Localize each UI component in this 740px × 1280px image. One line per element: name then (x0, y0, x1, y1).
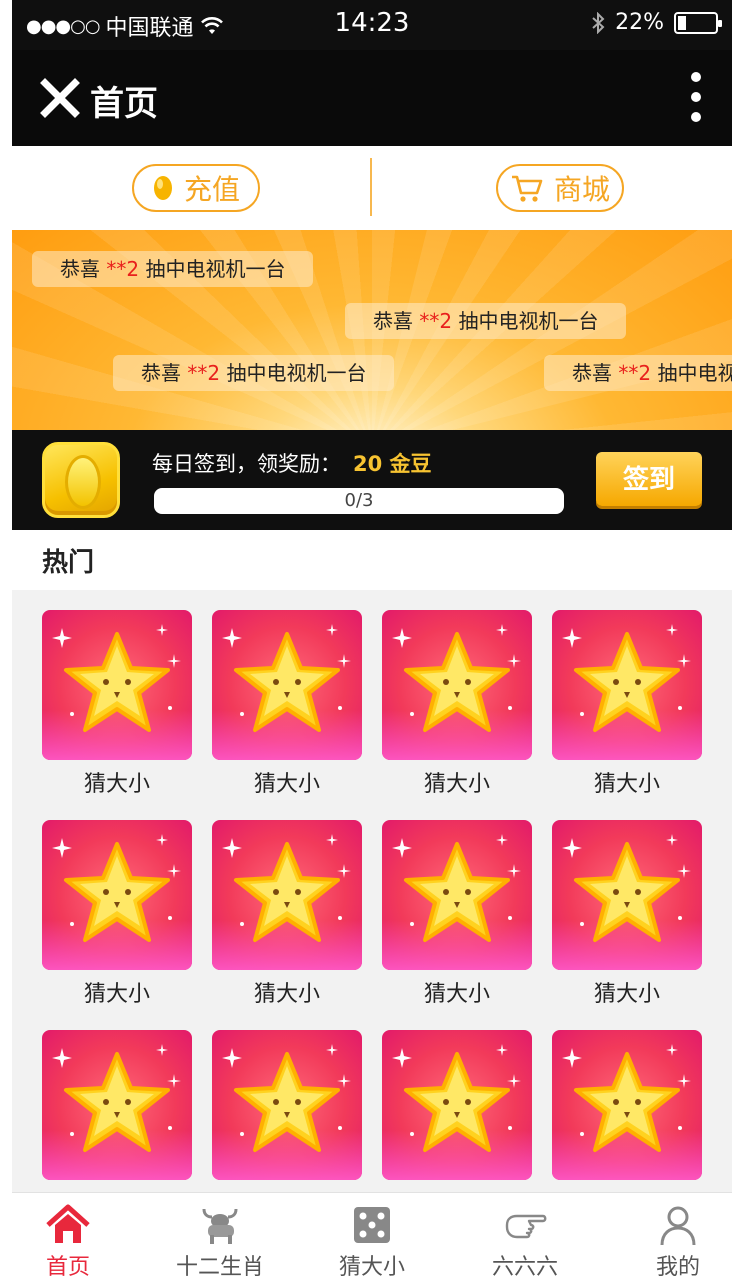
status-right: 22% (591, 10, 722, 35)
star-game-icon (382, 820, 532, 970)
star-game-icon (552, 610, 702, 760)
status-bar: ●●●○○ 中国联通 14:23 22% (12, 0, 732, 50)
star-game-icon (42, 820, 192, 970)
star-game-icon (382, 610, 532, 760)
game-label: 猜大小 (83, 772, 150, 797)
winner-notice: 恭喜 **2 抽中电视机一台 (345, 303, 627, 339)
phone-screen: ●●●○○ 中国联通 14:23 22% 首页 充值 商城 恭喜 **2 抽中电… (12, 0, 732, 1280)
game-card[interactable]: 猜大小 (552, 800, 702, 1007)
mall-label: 商城 (553, 173, 610, 206)
pointing-hand-icon (505, 1214, 547, 1239)
dice-icon (354, 1207, 390, 1243)
more-menu-icon[interactable] (686, 72, 706, 128)
hot-section-header: 热门 (12, 530, 732, 590)
page-title: 首页 (90, 84, 158, 124)
game-card[interactable]: 猜大小 (42, 1010, 192, 1217)
game-label: 猜大小 (83, 982, 150, 1007)
bluetooth-icon (592, 11, 605, 34)
winners-banner: 恭喜 **2 抽中电视机一台 恭喜 **2 抽中电视机一台 恭喜 **2 抽中电… (12, 230, 732, 430)
tab-home[interactable]: 首页 (12, 1199, 140, 1280)
recharge-button[interactable]: 充值 (132, 164, 260, 212)
star-game-icon (42, 610, 192, 760)
battery-percent: 22% (615, 10, 664, 35)
game-card[interactable]: 猜大小 (212, 1010, 362, 1217)
game-card[interactable]: 猜大小 (552, 590, 702, 797)
close-icon[interactable] (40, 78, 80, 118)
hot-section-title: 热门 (42, 548, 95, 578)
battery-level (678, 15, 687, 30)
game-label: 猜大小 (423, 982, 490, 1007)
winner-notice: 恭喜 **2 抽中电视机一台 (544, 355, 732, 391)
star-game-icon (42, 1030, 192, 1180)
game-label: 猜大小 (253, 982, 320, 1007)
gold-coin-icon (42, 442, 120, 518)
tab-mine[interactable]: 我的 (606, 1199, 732, 1280)
game-card[interactable]: 猜大小 (552, 1010, 702, 1217)
winner-notice: 恭喜 **2 抽中电视机一台 (32, 251, 314, 287)
mall-button[interactable]: 商城 (496, 164, 624, 212)
star-game-icon (212, 1030, 362, 1180)
game-label: 猜大小 (593, 772, 660, 797)
game-card[interactable]: 猜大小 (42, 800, 192, 1007)
tab-guess-size[interactable]: 猜大小 (300, 1199, 444, 1280)
bean-icon (153, 176, 172, 200)
checkin-button[interactable]: 签到 (596, 452, 702, 506)
star-game-icon (212, 610, 362, 760)
recharge-label: 充值 (183, 173, 240, 206)
game-card[interactable]: 猜大小 (42, 590, 192, 797)
star-game-icon (552, 1030, 702, 1180)
user-icon (660, 1206, 696, 1246)
action-row: 充值 商城 (12, 146, 732, 230)
star-game-icon (212, 820, 362, 970)
checkin-progress: 0/3 (154, 488, 564, 514)
cart-icon (511, 175, 543, 202)
tab-label: 十二生肖 (175, 1255, 264, 1280)
tab-bar: 首页 十二生肖 猜大小 六六六 我的 (12, 1192, 732, 1280)
tab-label: 猜大小 (338, 1255, 405, 1280)
checkin-text: 每日签到，领奖励： 20 金豆 (152, 452, 432, 476)
progress-text: 0/3 (344, 490, 374, 511)
game-card[interactable]: 猜大小 (382, 590, 532, 797)
tab-666[interactable]: 六六六 (453, 1199, 597, 1280)
game-card[interactable]: 猜大小 (382, 1010, 532, 1217)
game-card[interactable]: 猜大小 (212, 800, 362, 1007)
star-game-icon (552, 820, 702, 970)
home-icon (46, 1204, 90, 1243)
star-game-icon (382, 1030, 532, 1180)
tab-label: 六六六 (491, 1255, 558, 1280)
battery-icon (674, 11, 722, 34)
tab-label: 首页 (45, 1255, 90, 1280)
game-card[interactable]: 猜大小 (382, 800, 532, 1007)
game-label: 猜大小 (253, 772, 320, 797)
winner-notice: 恭喜 **2 抽中电视机一台 (113, 355, 395, 391)
checkin-reward: 20 金豆 (353, 452, 432, 476)
zodiac-ox-icon (202, 1208, 238, 1244)
game-card[interactable]: 猜大小 (212, 590, 362, 797)
action-divider (370, 158, 372, 216)
game-label: 猜大小 (423, 772, 490, 797)
tab-zodiac[interactable]: 十二生肖 (148, 1199, 292, 1280)
game-grid: 猜大小猜大小猜大小猜大小猜大小猜大小猜大小猜大小猜大小猜大小猜大小猜大小 (12, 590, 732, 1217)
tab-label: 我的 (655, 1255, 700, 1280)
game-label: 猜大小 (593, 982, 660, 1007)
title-bar: 首页 (12, 50, 732, 146)
checkin-bar: 每日签到，领奖励： 20 金豆 0/3 签到 (12, 430, 732, 530)
